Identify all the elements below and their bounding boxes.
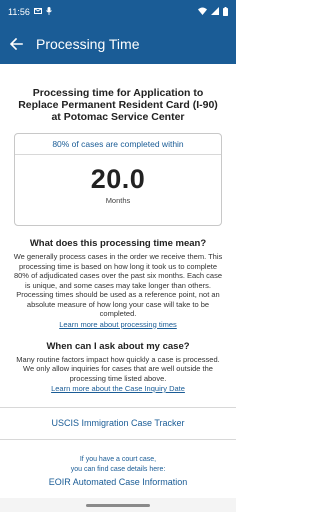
- main-content: Processing time for Application to Repla…: [0, 64, 236, 393]
- microphone-icon: [46, 7, 52, 17]
- mail-icon: [33, 8, 42, 16]
- status-left: 11:56: [8, 7, 198, 17]
- divider-bottom: [0, 439, 236, 440]
- eoir-case-info-link[interactable]: EOIR Automated Case Information: [0, 477, 236, 487]
- court-note-line1: If you have a court case,: [79, 456, 157, 463]
- court-note-line2: you can find case details here:: [70, 466, 166, 473]
- section-heading-inquiry: When can I ask about my case?: [46, 340, 190, 352]
- system-nav-bar: [0, 498, 236, 512]
- court-note: If you have a court case, you can find c…: [0, 455, 236, 475]
- app-title: Processing Time: [36, 36, 140, 52]
- signal-icon: [211, 7, 219, 17]
- status-bar: 11:56: [0, 0, 236, 24]
- arrow-left-icon: [9, 38, 23, 50]
- case-tracker-button[interactable]: USCIS Immigration Case Tracker: [0, 408, 236, 439]
- back-button[interactable]: [8, 36, 24, 52]
- tracker-section: USCIS Immigration Case Tracker: [0, 407, 236, 440]
- processing-time-unit: Months: [105, 196, 131, 205]
- section-text-inquiry: Many routine factors impact how quickly …: [16, 354, 220, 383]
- card-header: 80% of cases are completed within: [15, 134, 221, 155]
- processing-time-card: 80% of cases are completed within 20.0 M…: [14, 133, 222, 226]
- wifi-icon: [198, 7, 207, 17]
- section-heading-meaning: What does this processing time mean?: [29, 238, 207, 249]
- page-title: Processing time for Application to Repla…: [18, 87, 218, 123]
- status-right: [198, 6, 228, 18]
- section-text-meaning: We generally process cases in the order …: [13, 252, 223, 318]
- learn-more-case-inquiry-link[interactable]: Learn more about the Case Inquiry Date: [12, 384, 224, 393]
- app-bar: Processing Time: [0, 24, 236, 64]
- battery-icon: [223, 6, 228, 18]
- learn-more-processing-times-link[interactable]: Learn more about processing times: [12, 320, 224, 329]
- processing-time-value: 20.0: [90, 164, 146, 194]
- status-time: 11:56: [8, 7, 30, 17]
- gesture-handle[interactable]: [86, 503, 150, 507]
